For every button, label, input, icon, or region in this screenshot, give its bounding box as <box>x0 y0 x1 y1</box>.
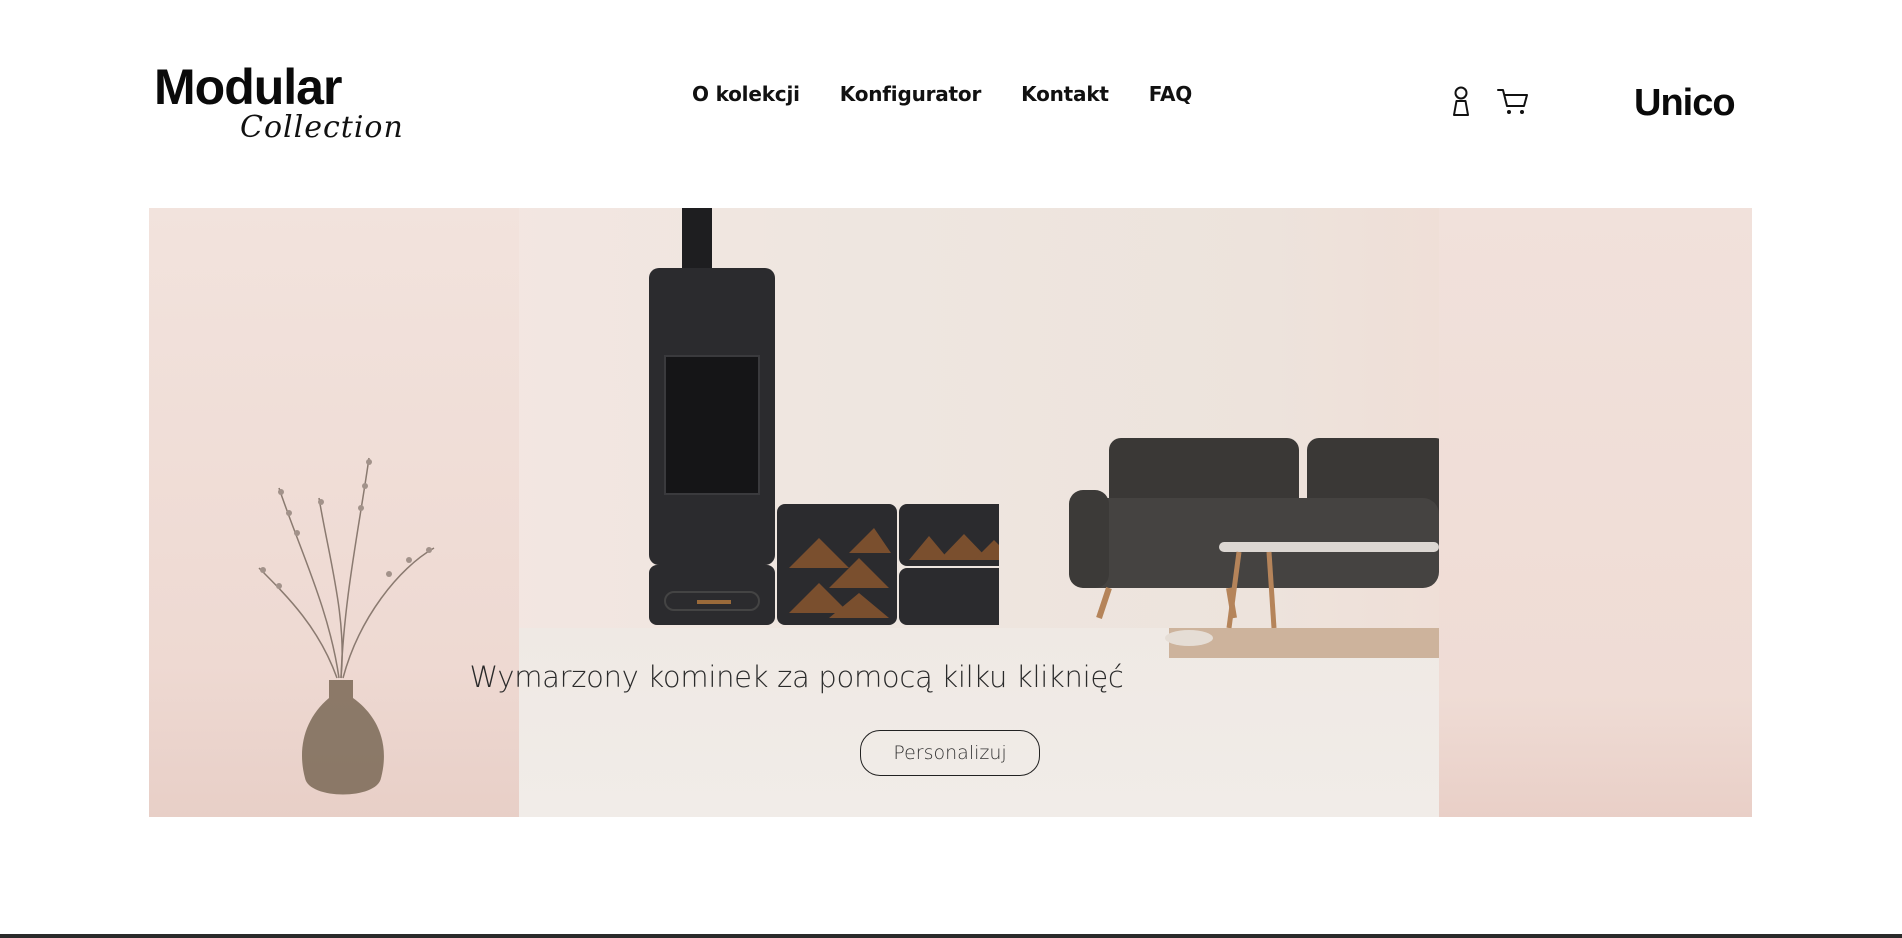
cart-icon[interactable] <box>1496 84 1530 118</box>
hero-wall-right <box>1439 208 1752 817</box>
unico-brand-logo[interactable]: Unico <box>1634 82 1736 125</box>
stove-illustration <box>649 208 999 625</box>
logo-main-text: Modular <box>154 59 342 115</box>
logo-sub-text: Collection <box>240 110 404 145</box>
personalizuj-button[interactable]: Personalizuj <box>860 730 1040 776</box>
hero-banner: Wymarzony kominek za pomocą kilku klikni… <box>149 208 1752 817</box>
vase-illustration <box>258 457 435 795</box>
nav-konfigurator[interactable]: Konfigurator <box>840 82 982 106</box>
site-header: Modular Collection O kolekcji Konfigurat… <box>0 0 1902 208</box>
hero-headline-text: Wymarzony kominek za pomocą kilku klikni… <box>469 660 1124 694</box>
hero-headline: Wymarzony kominek za pomocą kilku klikni… <box>149 660 1752 694</box>
user-icon[interactable] <box>1444 84 1478 118</box>
nav-o-kolekcji[interactable]: O kolekcji <box>692 82 800 106</box>
nav-kontakt[interactable]: Kontakt <box>1021 82 1109 106</box>
page-bottom-edge <box>0 934 1902 938</box>
nav-faq[interactable]: FAQ <box>1149 82 1192 106</box>
sofa-illustration <box>1069 438 1439 658</box>
modular-collection-logo[interactable]: Modular Collection <box>154 58 403 158</box>
main-nav: O kolekcji Konfigurator Kontakt FAQ <box>692 82 1192 106</box>
